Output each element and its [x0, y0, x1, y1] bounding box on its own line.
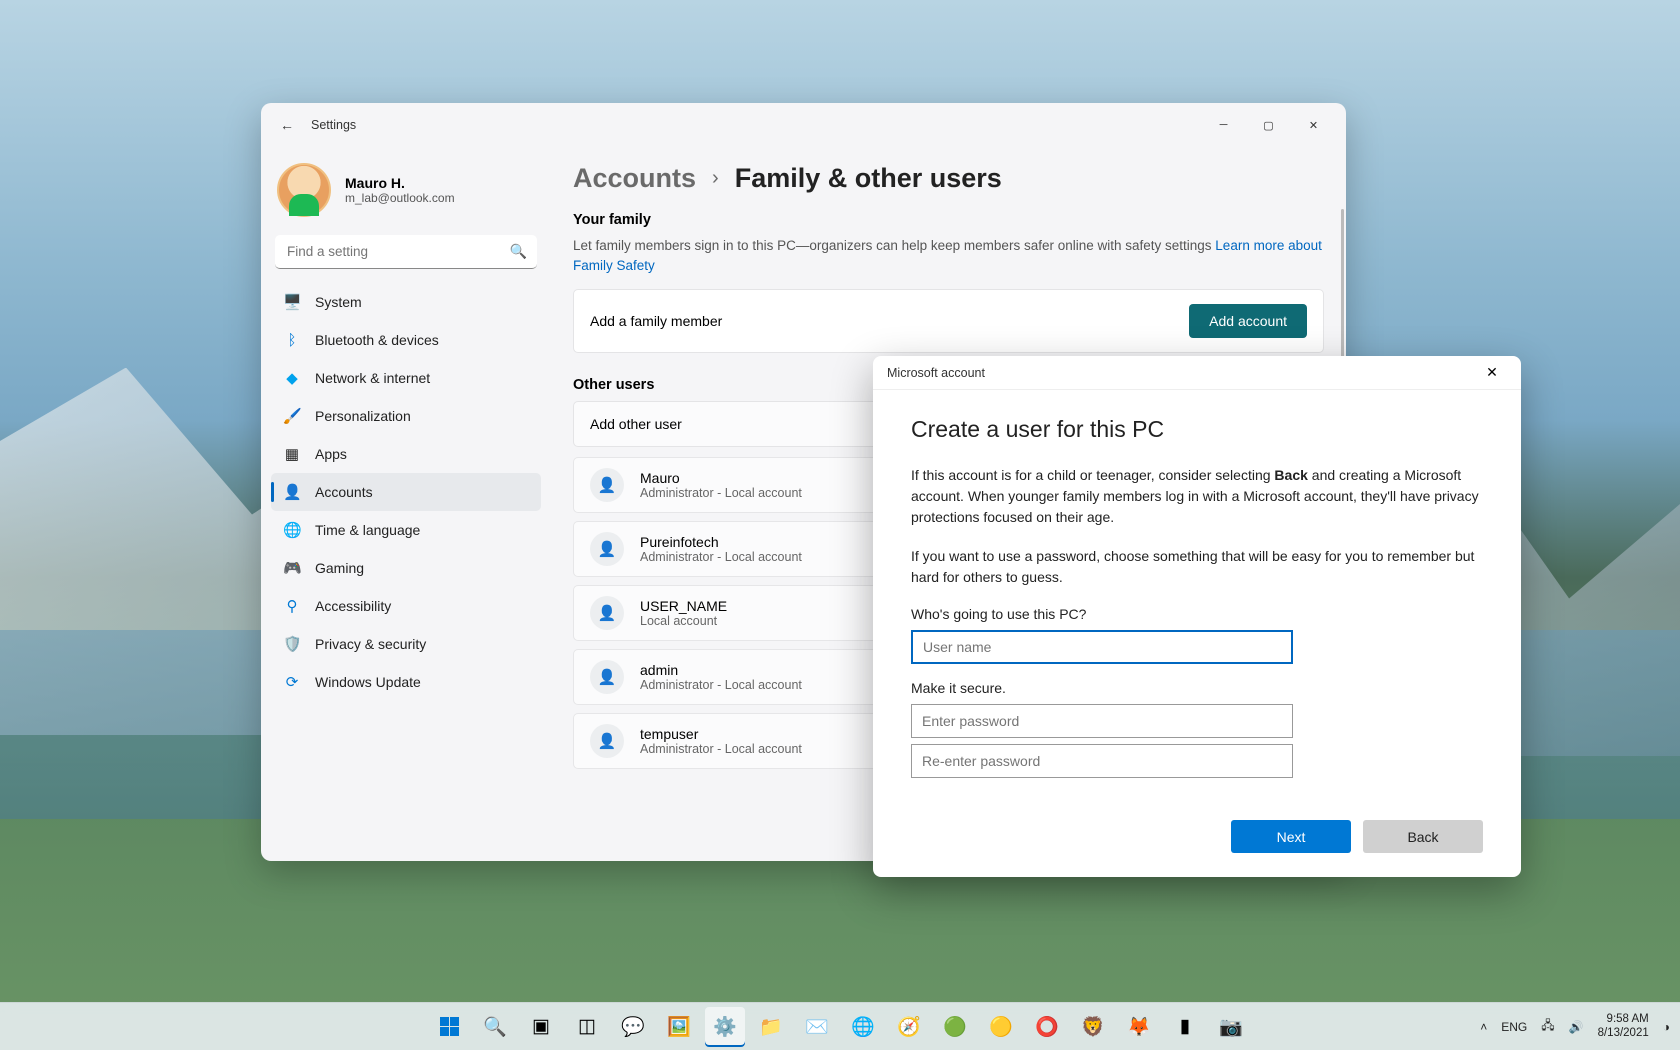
person-icon: 👤	[590, 468, 624, 502]
terminal-icon[interactable]: ▮	[1165, 1007, 1205, 1047]
user-role: Administrator - Local account	[640, 486, 802, 500]
firefox-icon[interactable]: 🦊	[1119, 1007, 1159, 1047]
edge-icon[interactable]: 🧭	[889, 1007, 929, 1047]
chat-icon[interactable]: 💬	[613, 1007, 653, 1047]
mail-icon[interactable]: ✉️	[797, 1007, 837, 1047]
search-taskbar-icon[interactable]: 🔍	[475, 1007, 515, 1047]
profile-block[interactable]: Mauro H. m_lab@outlook.com	[271, 155, 541, 235]
gamepad-icon: 🎮	[283, 559, 301, 577]
language-indicator[interactable]: ENG	[1501, 1020, 1527, 1034]
brave-icon[interactable]: 🦁	[1073, 1007, 1113, 1047]
add-family-label: Add a family member	[590, 313, 1189, 329]
person-icon: 👤	[590, 724, 624, 758]
chrome-icon[interactable]: ⭕	[1027, 1007, 1067, 1047]
user-role: Administrator - Local account	[640, 742, 802, 756]
dialog-paragraph-2: If you want to use a password, choose so…	[911, 546, 1483, 588]
dialog-titlebar: Microsoft account ✕	[873, 356, 1521, 390]
user-role: Administrator - Local account	[640, 550, 802, 564]
minimize-button[interactable]: ─	[1201, 110, 1246, 140]
create-user-dialog: Microsoft account ✕ Create a user for th…	[873, 356, 1521, 877]
wifi-icon: ◆	[283, 369, 301, 387]
maximize-button[interactable]: ▢	[1246, 110, 1291, 140]
next-button[interactable]: Next	[1231, 820, 1351, 853]
start-button[interactable]	[429, 1007, 469, 1047]
notifications-icon[interactable]: ◑	[1663, 1020, 1670, 1034]
tray-chevron-icon[interactable]: ˄	[1480, 1020, 1487, 1034]
search-box: 🔍	[275, 235, 537, 269]
titlebar: ← Settings ─ ▢ ✕	[261, 103, 1346, 147]
breadcrumb-accounts[interactable]: Accounts	[573, 163, 696, 194]
sidebar-item-privacy[interactable]: 🛡️Privacy & security	[271, 625, 541, 663]
task-view-icon[interactable]: ▣	[521, 1007, 561, 1047]
edge-dev-icon[interactable]: 🟢	[935, 1007, 975, 1047]
brush-icon: 🖌️	[283, 407, 301, 425]
explorer-icon[interactable]: 📁	[751, 1007, 791, 1047]
bluetooth-icon: ᛒ	[283, 332, 301, 349]
password-input[interactable]	[911, 704, 1293, 738]
add-account-button[interactable]: Add account	[1189, 304, 1307, 338]
back-button[interactable]: ←	[271, 109, 303, 141]
network-tray-icon[interactable]: 🖧	[1541, 1016, 1554, 1037]
dialog-paragraph-1: If this account is for a child or teenag…	[911, 465, 1483, 528]
taskbar: 🔍 ▣ ◫ 💬 🖼️ ⚙️ 📁 ✉️ 🌐 🧭 🟢 🟡 ⭕ 🦁 🦊 ▮ 📷 ˄ E…	[0, 1002, 1680, 1050]
edge-beta-icon[interactable]: 🌐	[843, 1007, 883, 1047]
update-icon: ⟳	[283, 673, 301, 691]
sidebar-item-update[interactable]: ⟳Windows Update	[271, 663, 541, 701]
profile-name: Mauro H.	[345, 175, 455, 191]
avatar	[277, 163, 331, 217]
sidebar-item-personalization[interactable]: 🖌️Personalization	[271, 397, 541, 435]
sidebar-item-accounts[interactable]: 👤Accounts	[271, 473, 541, 511]
username-label: Who's going to use this PC?	[911, 606, 1483, 622]
username-input[interactable]	[911, 630, 1293, 664]
dialog-heading: Create a user for this PC	[911, 416, 1483, 443]
person-icon: 👤	[590, 660, 624, 694]
breadcrumb: Accounts › Family & other users	[573, 163, 1324, 194]
sidebar-item-system[interactable]: 🖥️System	[271, 283, 541, 321]
password-confirm-input[interactable]	[911, 744, 1293, 778]
edge-canary-icon[interactable]: 🟡	[981, 1007, 1021, 1047]
close-button[interactable]: ✕	[1291, 110, 1336, 140]
sidebar-item-time[interactable]: 🌐Time & language	[271, 511, 541, 549]
sidebar-item-gaming[interactable]: 🎮Gaming	[271, 549, 541, 587]
search-icon: 🔍	[510, 243, 527, 260]
settings-taskbar-icon[interactable]: ⚙️	[705, 1007, 745, 1047]
sidebar: Mauro H. m_lab@outlook.com 🔍 🖥️System ᛒB…	[261, 147, 551, 861]
user-name: admin	[640, 662, 802, 678]
volume-tray-icon[interactable]: 🔊	[1569, 1020, 1584, 1034]
chevron-right-icon: ›	[712, 167, 719, 190]
person-icon: 👤	[590, 596, 624, 630]
globe-icon: 🌐	[283, 521, 301, 539]
person-icon: 👤	[590, 532, 624, 566]
accessibility-icon: ⚲	[283, 597, 301, 615]
sidebar-item-network[interactable]: ◆Network & internet	[271, 359, 541, 397]
user-role: Local account	[640, 614, 727, 628]
camera-icon[interactable]: 📷	[1211, 1007, 1251, 1047]
add-family-card: Add a family member Add account	[573, 289, 1324, 353]
window-title: Settings	[311, 118, 356, 132]
sidebar-item-bluetooth[interactable]: ᛒBluetooth & devices	[271, 321, 541, 359]
search-input[interactable]	[275, 235, 537, 269]
page-title: Family & other users	[735, 163, 1002, 194]
password-label: Make it secure.	[911, 680, 1483, 696]
dialog-close-button[interactable]: ✕	[1477, 358, 1507, 388]
user-name: USER_NAME	[640, 598, 727, 614]
user-name: tempuser	[640, 726, 802, 742]
user-name: Pureinfotech	[640, 534, 802, 550]
dialog-title: Microsoft account	[887, 366, 985, 380]
apps-icon: ▦	[283, 445, 301, 463]
back-button-dialog[interactable]: Back	[1363, 820, 1483, 853]
display-icon: 🖥️	[283, 293, 301, 311]
shield-icon: 🛡️	[283, 635, 301, 653]
user-name: Mauro	[640, 470, 802, 486]
sidebar-item-apps[interactable]: ▦Apps	[271, 435, 541, 473]
profile-email: m_lab@outlook.com	[345, 191, 455, 205]
clock[interactable]: 9:58 AM 8/13/2021	[1598, 1013, 1649, 1039]
your-family-heading: Your family	[573, 212, 1324, 228]
user-role: Administrator - Local account	[640, 678, 802, 692]
sidebar-item-accessibility[interactable]: ⚲Accessibility	[271, 587, 541, 625]
widgets-icon[interactable]: ◫	[567, 1007, 607, 1047]
pictures-icon[interactable]: 🖼️	[659, 1007, 699, 1047]
person-icon: 👤	[283, 483, 301, 501]
your-family-description: Let family members sign in to this PC—or…	[573, 236, 1324, 275]
